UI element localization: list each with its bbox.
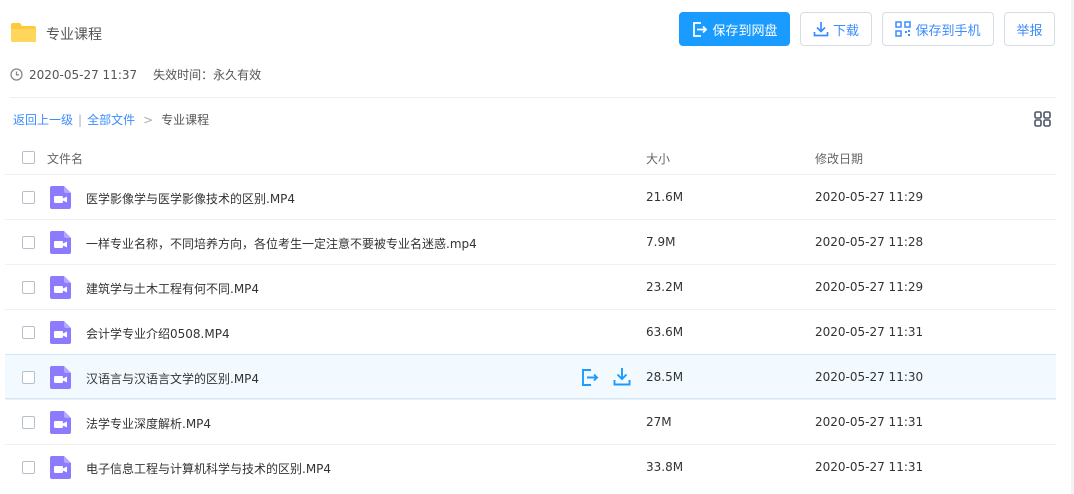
breadcrumb-current: 专业课程	[161, 113, 210, 127]
row-checkbox[interactable]	[22, 461, 35, 474]
row-checkbox[interactable]	[22, 281, 35, 294]
video-file-icon	[50, 321, 71, 344]
qr-phone-icon	[895, 21, 912, 37]
report-label: 举报	[1016, 23, 1043, 39]
top-bar: 专业课程 保存到网盘 下载 保存到手机 举报	[0, 0, 1074, 64]
video-file-icon	[50, 456, 71, 479]
share-time: 2020-05-27 11:37	[29, 67, 138, 82]
row-checkbox[interactable]	[22, 326, 35, 339]
table-header: 文件名 大小 修改日期	[5, 140, 1056, 174]
download-icon	[813, 22, 829, 37]
table-row[interactable]: 汉语言与汉语言文学的区别.MP4 28.5M 2020-05-27 11:30	[5, 354, 1056, 399]
file-name[interactable]: 建筑学与土木工程有何不同.MP4	[86, 280, 259, 297]
report-button[interactable]: 举报	[1004, 12, 1055, 46]
column-date[interactable]: 修改日期	[815, 150, 863, 167]
file-name[interactable]: 电子信息工程与计算机科学与技术的区别.MP4	[86, 460, 331, 477]
file-date: 2020-05-27 11:28	[815, 235, 924, 249]
download-icon[interactable]	[613, 367, 631, 386]
column-name[interactable]: 文件名	[47, 150, 83, 167]
file-date: 2020-05-27 11:29	[815, 190, 924, 204]
table-row[interactable]: 建筑学与土木工程有何不同.MP4 23.2M 2020-05-27 11:29	[5, 264, 1056, 309]
breadcrumb-arrow: >	[143, 112, 154, 127]
video-file-icon	[50, 411, 71, 434]
file-name[interactable]: 一样专业名称，不同培养方向，各位考生一定注意不要被专业名迷惑.mp4	[86, 235, 477, 252]
file-size: 21.6M	[646, 190, 684, 204]
file-date: 2020-05-27 11:31	[815, 415, 924, 429]
file-name[interactable]: 法学专业深度解析.MP4	[86, 415, 211, 432]
file-name[interactable]: 会计学专业介绍0508.MP4	[86, 325, 230, 342]
download-label: 下载	[832, 23, 859, 39]
save-to-phone-label: 保存到手机	[915, 23, 981, 39]
expire-value: 永久有效	[213, 68, 262, 82]
save-to-cloud-button[interactable]: 保存到网盘	[679, 12, 790, 46]
video-file-icon	[50, 231, 71, 254]
file-date: 2020-05-27 11:31	[815, 325, 924, 339]
file-list: 医学影像学与医学影像技术的区别.MP4 21.6M 2020-05-27 11:29…	[5, 174, 1056, 489]
video-file-icon	[50, 186, 71, 209]
header-divider	[10, 97, 1056, 98]
file-date: 2020-05-27 11:30	[815, 370, 924, 384]
save-to-phone-button[interactable]: 保存到手机	[882, 12, 994, 46]
folder-icon	[11, 23, 36, 42]
table-row[interactable]: 一样专业名称，不同培养方向，各位考生一定注意不要被专业名迷惑.mp4 7.9M 20…	[5, 219, 1056, 264]
expire-label: 失效时间：	[153, 68, 214, 82]
clock-icon	[10, 68, 23, 81]
breadcrumb-separator: |	[78, 112, 83, 127]
page-title: 专业课程	[46, 27, 102, 43]
table-row[interactable]: 电子信息工程与计算机科学与技术的区别.MP4 33.8M 2020-05-27 11…	[5, 444, 1056, 489]
file-size: 27M	[646, 415, 672, 429]
file-size: 63.6M	[646, 325, 684, 339]
table-row[interactable]: 会计学专业介绍0508.MP4 63.6M 2020-05-27 11:31	[5, 309, 1056, 354]
table-row[interactable]: 法学专业深度解析.MP4 27M 2020-05-27 11:31	[5, 399, 1056, 444]
file-size: 33.8M	[646, 460, 684, 474]
table-row[interactable]: 医学影像学与医学影像技术的区别.MP4 21.6M 2020-05-27 11:29	[5, 174, 1056, 219]
save-to-cloud-icon[interactable]	[580, 368, 599, 387]
column-size[interactable]: 大小	[646, 150, 670, 167]
share-meta: 2020-05-27 11:37 失效时间： 永久有效	[10, 66, 261, 83]
file-size: 7.9M	[646, 235, 676, 249]
file-name[interactable]: 医学影像学与医学影像技术的区别.MP4	[86, 190, 295, 207]
file-size: 28.5M	[646, 370, 684, 384]
back-link[interactable]: 返回上一级	[13, 111, 73, 128]
file-name[interactable]: 汉语言与汉语言文学的区别.MP4	[86, 370, 259, 387]
select-all-checkbox[interactable]	[22, 151, 35, 164]
all-files-link[interactable]: 全部文件	[87, 111, 135, 128]
file-size: 23.2M	[646, 280, 684, 294]
file-date: 2020-05-27 11:31	[815, 460, 924, 474]
save-to-cloud-icon	[693, 21, 708, 37]
grid-view-icon[interactable]	[1034, 111, 1051, 127]
row-checkbox[interactable]	[22, 236, 35, 249]
video-file-icon	[50, 366, 71, 389]
video-file-icon	[50, 276, 71, 299]
file-date: 2020-05-27 11:29	[815, 280, 924, 294]
save-to-cloud-label: 保存到网盘	[712, 23, 778, 39]
row-checkbox[interactable]	[22, 416, 35, 429]
row-checkbox[interactable]	[22, 191, 35, 204]
download-button[interactable]: 下载	[800, 12, 872, 46]
row-checkbox[interactable]	[22, 371, 35, 384]
breadcrumb: 返回上一级 | 全部文件 > 专业课程	[13, 111, 209, 128]
